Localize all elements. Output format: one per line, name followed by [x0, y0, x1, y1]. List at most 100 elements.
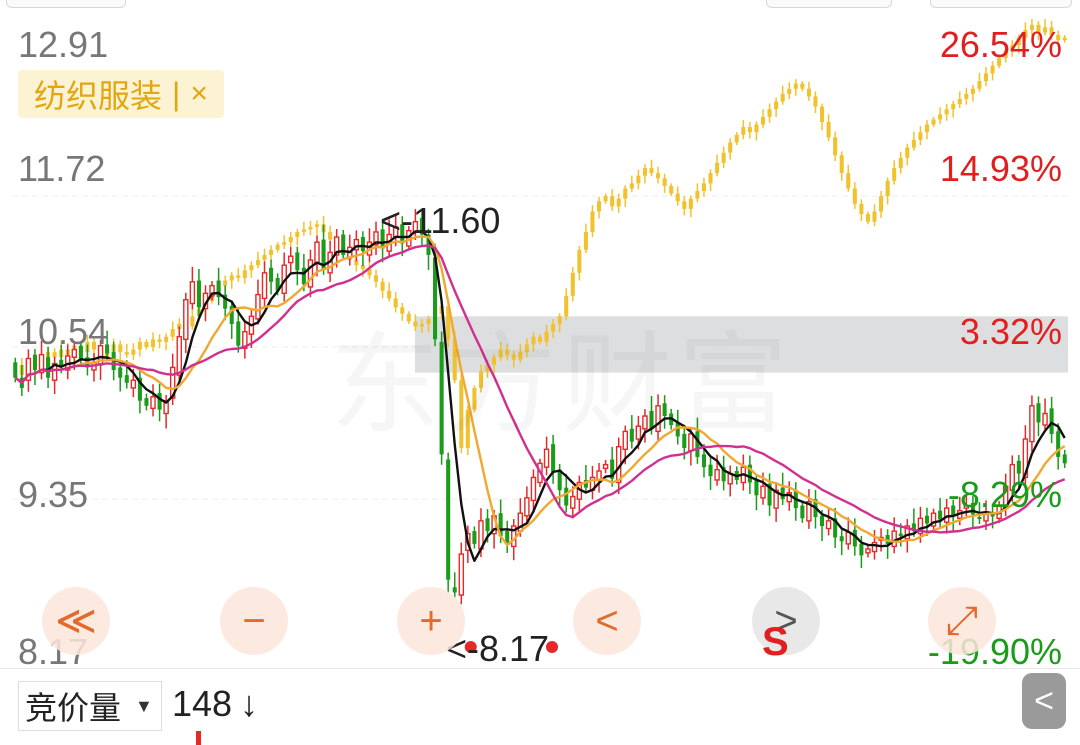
overlay-candle: [288, 237, 293, 243]
overlay-candle: [839, 155, 844, 174]
overlay-candle: [859, 203, 864, 215]
stock-candle: [701, 454, 707, 468]
expand-icon: ⤢: [946, 598, 978, 643]
collapse-panel-button[interactable]: <: [1022, 673, 1066, 729]
overlay-candle: [662, 178, 667, 186]
overlay-candle: [616, 198, 621, 207]
overlay-candle: [262, 254, 267, 261]
overlay-candle: [170, 329, 175, 337]
overlay-candle: [905, 147, 910, 158]
overlay-candle: [708, 173, 713, 184]
overlay-candle: [642, 168, 647, 176]
stock-candle: [295, 252, 300, 271]
signal-s-label[interactable]: S: [762, 622, 789, 662]
overlay-candle: [774, 101, 779, 110]
overlay-candle: [570, 272, 575, 296]
stock-candle: [150, 396, 156, 410]
overlay-candle: [157, 339, 162, 342]
kline-chart-screen: 东方财富 12.91 11.72 10.54 9.35 8.17 26.54% …: [0, 0, 1080, 745]
stock-candle: [130, 379, 137, 389]
stock-candle: [261, 272, 268, 300]
overlay-candle: [760, 116, 766, 125]
stock-candle: [360, 237, 365, 252]
chevron-left-icon: <: [1034, 681, 1054, 720]
stock-candle: [458, 553, 465, 596]
overlay-candle: [695, 191, 700, 199]
stock-candle: [183, 298, 189, 341]
indicator-select-label: 竞价量: [25, 690, 122, 726]
fullscreen-button[interactable]: ⤢: [928, 587, 996, 655]
stock-candle: [1029, 405, 1035, 443]
stock-candle: [1036, 403, 1041, 423]
stock-candle: [839, 536, 844, 542]
overlay-candle: [118, 344, 123, 353]
min-price-annotation: <-8.17: [446, 628, 550, 669]
stock-candle: [288, 255, 294, 264]
overlay-candle: [150, 339, 156, 347]
overlay-candle: [164, 336, 169, 342]
crosshair-button[interactable]: +: [397, 587, 465, 655]
overlay-candle: [282, 242, 287, 245]
overlay-candle: [380, 281, 385, 291]
close-icon[interactable]: ×: [190, 77, 208, 111]
overlay-candle: [793, 83, 798, 89]
plus-icon: +: [419, 598, 443, 643]
sector-overlay-tag[interactable]: 纺织服装 | ×: [18, 70, 224, 118]
overlay-candle: [833, 137, 838, 156]
overlay-candle: [236, 275, 241, 278]
stock-candle: [452, 587, 457, 593]
overlay-candle: [879, 196, 884, 212]
stock-candle: [564, 487, 569, 506]
overlay-candle: [656, 173, 661, 179]
overlay-candle: [636, 175, 641, 184]
stock-candle: [1049, 408, 1054, 434]
overlay-candle: [649, 168, 654, 174]
stock-candle: [255, 293, 261, 320]
stock-candle: [859, 543, 864, 556]
overlay-candle: [137, 341, 142, 350]
overlay-candle: [301, 229, 306, 232]
overlay-candle: [596, 201, 602, 212]
rewind-button[interactable]: ≪: [42, 587, 110, 655]
stock-candle: [307, 259, 314, 288]
zoom-out-button[interactable]: −: [220, 587, 288, 655]
overlay-candle: [190, 316, 195, 327]
overlay-candle: [806, 88, 811, 97]
overlay-candle: [741, 127, 746, 135]
overlay-candle: [610, 196, 615, 207]
stock-candle: [32, 354, 37, 371]
stock-candle: [269, 267, 274, 282]
overlay-candle: [314, 224, 320, 227]
overlay-candle: [583, 231, 588, 250]
sector-overlay-label: 纺织服装: [34, 78, 163, 114]
overlay-candle: [885, 180, 890, 197]
overlay-candle: [249, 265, 254, 271]
overlay-candle: [577, 249, 582, 273]
stock-candle: [124, 375, 129, 383]
overlay-candle: [872, 211, 877, 222]
overlay-candle: [242, 270, 247, 278]
stock-candle: [845, 531, 852, 545]
overlay-candle: [131, 349, 136, 355]
overlay-candle: [826, 121, 831, 138]
stock-candle: [472, 531, 477, 544]
pct-tick-2: 3.32%: [959, 311, 1062, 352]
overlay-candle: [983, 73, 989, 82]
overlay-candle: [269, 249, 274, 255]
previous-button[interactable]: <: [573, 587, 641, 655]
stock-candle: [157, 393, 162, 410]
stock-candle: [196, 280, 201, 308]
double-chevron-left-icon: ≪: [55, 599, 97, 643]
volume-readout: 148 ↓: [172, 683, 258, 725]
stock-candle: [820, 515, 825, 526]
overlay-candle: [924, 124, 930, 133]
overlay-candle: [275, 244, 280, 250]
overlay-candle: [918, 132, 923, 140]
overlay-candle: [754, 124, 759, 133]
overlay-candle: [944, 109, 949, 115]
overlay-candle: [800, 83, 805, 89]
volume-value: 148: [172, 683, 233, 724]
stock-candle: [570, 495, 576, 509]
indicator-select[interactable]: 竞价量 ▼: [18, 681, 162, 731]
stock-candle: [938, 510, 943, 520]
